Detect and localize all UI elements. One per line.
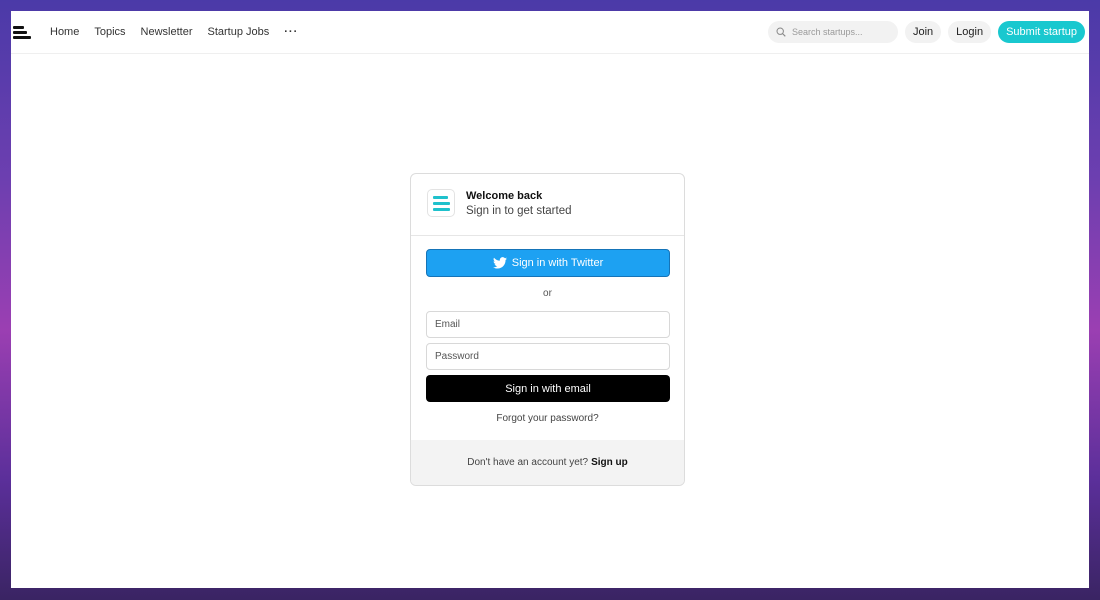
nav-startup-jobs[interactable]: Startup Jobs bbox=[208, 26, 270, 38]
brand-logo-icon bbox=[427, 189, 455, 217]
nav-newsletter[interactable]: Newsletter bbox=[141, 26, 193, 38]
signup-prompt: Don't have an account yet? bbox=[467, 457, 589, 468]
card-header: Welcome back Sign in to get started bbox=[411, 174, 684, 236]
email-field[interactable] bbox=[426, 311, 670, 338]
card-subtitle: Sign in to get started bbox=[466, 205, 572, 217]
site-logo-icon[interactable] bbox=[13, 26, 31, 40]
card-title: Welcome back bbox=[466, 190, 543, 202]
nav-more-button[interactable]: ··· bbox=[284, 26, 298, 38]
search-icon bbox=[776, 27, 786, 37]
twitter-signin-label: Sign in with Twitter bbox=[511, 257, 604, 269]
card-footer: Don't have an account yet? Sign up bbox=[411, 440, 684, 485]
password-field[interactable] bbox=[426, 343, 670, 370]
signup-link[interactable]: Sign up bbox=[591, 457, 628, 468]
submit-startup-button[interactable]: Submit startup bbox=[998, 21, 1085, 43]
signin-card: Welcome back Sign in to get started Sign… bbox=[410, 173, 685, 486]
search-input[interactable] bbox=[791, 27, 892, 37]
search-box[interactable] bbox=[767, 21, 898, 43]
email-signin-button[interactable]: Sign in with email bbox=[426, 375, 670, 402]
nav-topics[interactable]: Topics bbox=[94, 26, 125, 38]
main-nav: Home Topics Newsletter Startup Jobs ··· bbox=[50, 11, 298, 53]
nav-home[interactable]: Home bbox=[50, 26, 79, 38]
login-button[interactable]: Login bbox=[948, 21, 992, 43]
browser-viewport: Home Topics Newsletter Startup Jobs ··· … bbox=[11, 11, 1089, 588]
header-actions: Join Login Submit startup bbox=[767, 21, 1085, 43]
top-navbar: Home Topics Newsletter Startup Jobs ··· … bbox=[11, 11, 1089, 54]
join-button[interactable]: Join bbox=[904, 21, 942, 43]
forgot-password-link[interactable]: Forgot your password? bbox=[411, 413, 684, 424]
or-divider: or bbox=[543, 288, 552, 299]
twitter-icon bbox=[492, 257, 507, 269]
twitter-signin-button[interactable]: Sign in with Twitter bbox=[426, 249, 670, 277]
